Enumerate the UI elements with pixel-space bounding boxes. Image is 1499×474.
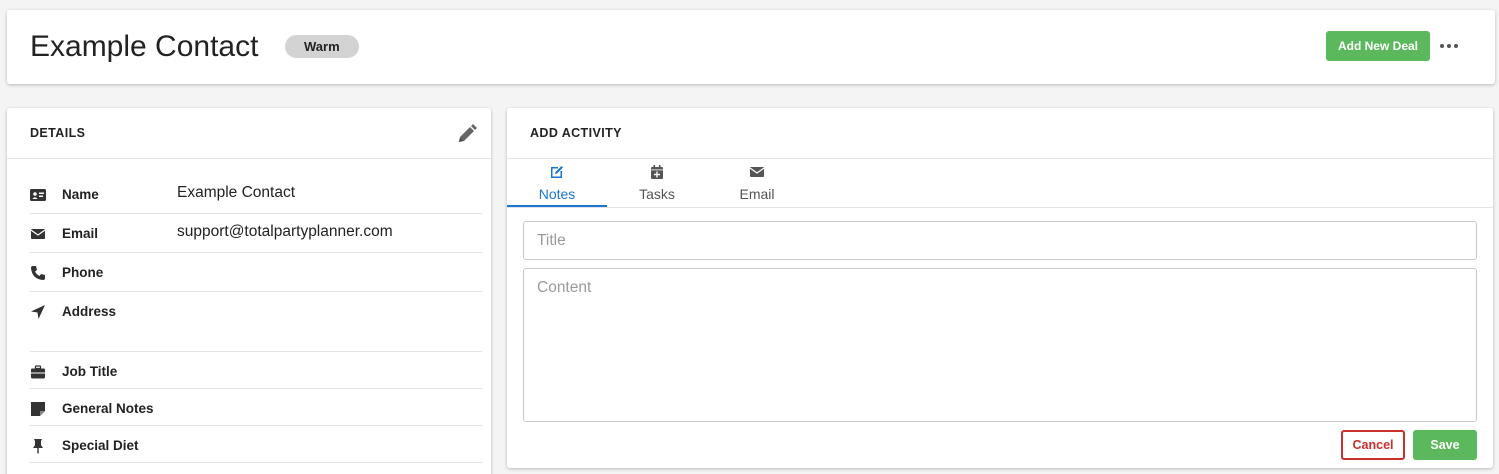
tab-label: Tasks bbox=[639, 186, 675, 202]
detail-label: Phone bbox=[62, 265, 104, 280]
detail-row-address: Address bbox=[30, 304, 482, 352]
ellipsis-icon bbox=[1440, 44, 1458, 48]
tab-tasks[interactable]: Tasks bbox=[607, 159, 707, 207]
detail-row-general-notes: General Notes bbox=[30, 401, 482, 426]
save-button[interactable]: Save bbox=[1413, 430, 1477, 460]
details-header: DETAILS bbox=[7, 108, 491, 159]
envelope-icon bbox=[30, 229, 46, 239]
detail-row-phone: Phone bbox=[30, 265, 482, 292]
activity-header: ADD ACTIVITY bbox=[507, 108, 1493, 159]
detail-value[interactable]: support@totalpartyplanner.com bbox=[177, 223, 393, 241]
detail-value: Example Contact bbox=[177, 184, 296, 201]
id-card-icon bbox=[30, 189, 46, 201]
page-title: Example Contact bbox=[30, 30, 259, 63]
detail-label: Name bbox=[62, 187, 99, 202]
details-title: DETAILS bbox=[30, 126, 86, 140]
activity-title: ADD ACTIVITY bbox=[530, 126, 622, 140]
title-input[interactable] bbox=[523, 221, 1477, 260]
detail-row-special-diet: Special Diet bbox=[30, 438, 482, 463]
cancel-button[interactable]: Cancel bbox=[1341, 430, 1405, 460]
tab-label: Notes bbox=[538, 186, 576, 202]
thumbtack-icon bbox=[33, 439, 43, 454]
phone-icon bbox=[31, 266, 45, 280]
add-activity-panel: ADD ACTIVITY Notes Tasks Email Title Con… bbox=[507, 108, 1493, 468]
pencil-icon[interactable] bbox=[457, 124, 477, 144]
tab-notes[interactable]: Notes bbox=[507, 159, 607, 207]
activity-tabs: Notes Tasks Email bbox=[507, 159, 1493, 208]
detail-row-job-title: Job Title bbox=[30, 364, 482, 389]
contact-header: Example Contact Warm Add New Deal bbox=[7, 10, 1495, 84]
edit-icon bbox=[551, 166, 563, 178]
add-new-deal-button[interactable]: Add New Deal bbox=[1326, 31, 1430, 61]
detail-label: Address bbox=[62, 304, 117, 319]
status-badge: Warm bbox=[285, 35, 359, 58]
detail-row-name: Name Example Contact bbox=[30, 184, 482, 214]
detail-label: Special Diet bbox=[62, 438, 139, 453]
detail-label: General Notes bbox=[62, 401, 154, 416]
detail-row-email: Email support@totalpartyplanner.com bbox=[30, 223, 482, 253]
detail-label: Job Title bbox=[62, 364, 118, 379]
tab-email[interactable]: Email bbox=[707, 159, 807, 207]
envelope-icon bbox=[749, 167, 765, 177]
location-arrow-icon bbox=[31, 305, 45, 319]
tab-label: Email bbox=[739, 186, 775, 202]
content-textarea[interactable] bbox=[523, 268, 1477, 422]
calendar-plus-icon bbox=[651, 165, 663, 179]
more-options-button[interactable] bbox=[1431, 31, 1467, 61]
sticky-note-icon bbox=[31, 402, 45, 416]
briefcase-icon bbox=[31, 365, 45, 379]
details-panel: DETAILS Name Example Contact Email suppo… bbox=[7, 108, 491, 474]
detail-label: Email bbox=[62, 226, 99, 241]
